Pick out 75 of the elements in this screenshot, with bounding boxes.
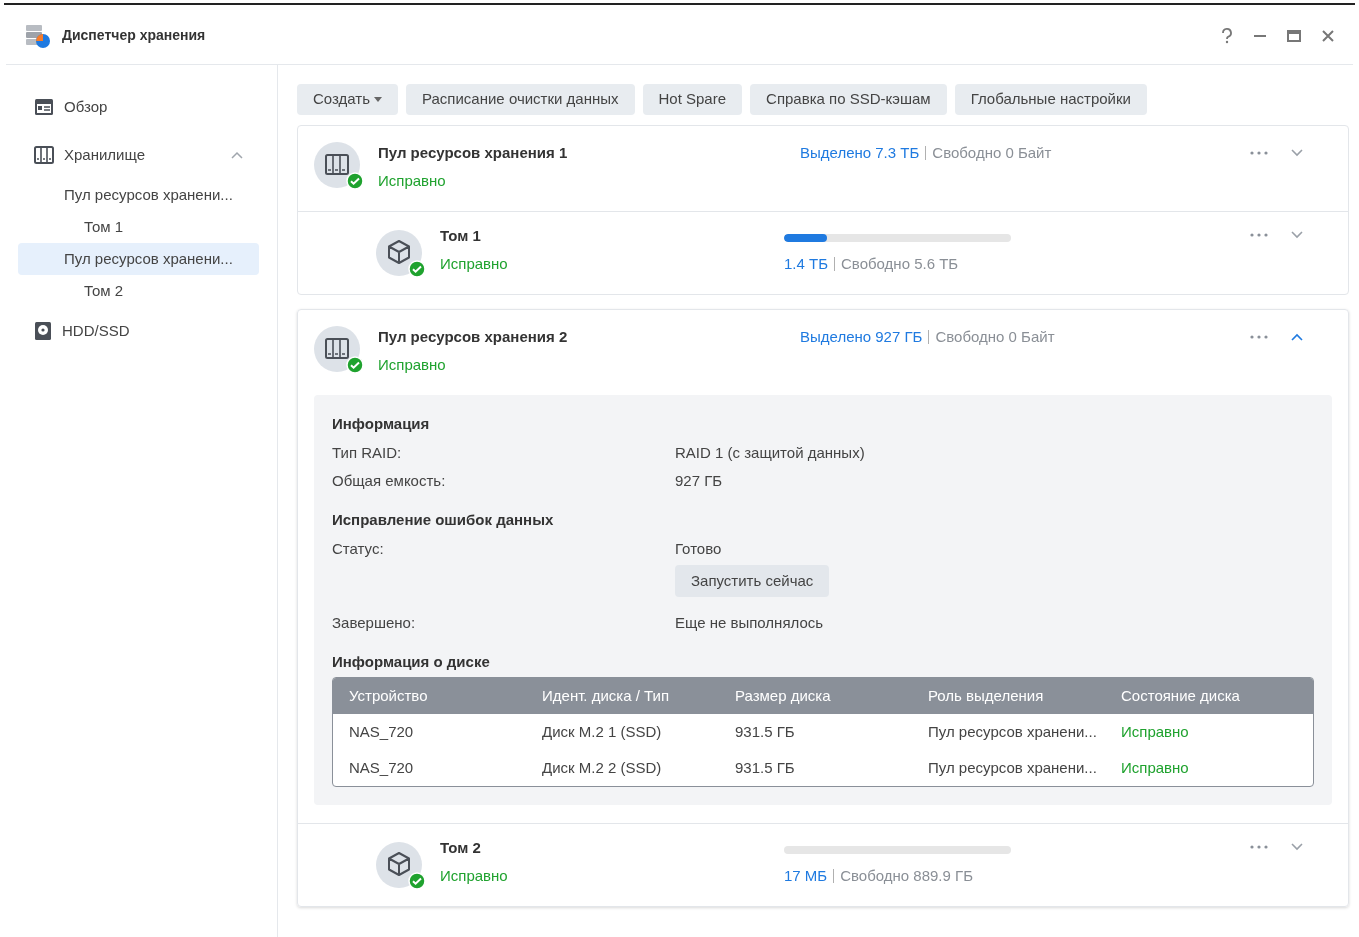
sidebar-item[interactable]: Обзор [18,83,259,131]
table-cell-text: NAS_720 [349,757,415,778]
field-label: Статус: [332,538,385,559]
column-header: Роль выделения [928,685,1045,706]
run-now-button[interactable]: Запустить сейчас [675,565,830,597]
expand-icon[interactable] [1290,148,1304,158]
free-size: Свободно 5.6 ТБ [841,254,959,274]
pool-status: Исправно [378,171,447,191]
table-cell-text: Пул ресурсов хранени... [928,757,1098,778]
column-header: Размер диска [735,685,832,706]
toolbar-button[interactable]: Расписание очистки данных [406,84,635,115]
maximize-icon[interactable] [1287,28,1301,43]
toolbar-button[interactable]: Глобальные настройки [954,84,1147,115]
column-header: Устройство [349,685,429,706]
help-icon[interactable] [1221,27,1233,44]
caret-icon [374,97,382,102]
sidebar-item[interactable]: Том 1 [18,211,259,243]
storage-pool-icon [314,142,360,188]
table-cell-text: Исправно [1121,757,1190,778]
check-badge-icon [346,172,364,190]
check-badge-icon [346,356,364,374]
table-cell-text: Пул ресурсов хранени... [928,721,1098,742]
collapse-icon[interactable] [1290,332,1304,342]
pool-status: Исправно [378,355,447,375]
storage-icon [34,146,54,164]
table-cell-text: 931.5 ГБ [735,757,796,778]
close-icon[interactable] [1321,28,1335,43]
sidebar-item[interactable]: Пул ресурсов хранени... [18,243,259,275]
collapse-icon[interactable] [231,151,243,159]
expand-icon[interactable] [1290,230,1304,240]
storage-pool-icon [314,326,360,372]
free-size: Свободно 889.9 ГБ [840,866,973,886]
section-title: Информация о диске [332,652,491,672]
free-size: Свободно 0 Байт [935,327,1055,347]
allocated-size: Выделено 7.3 ТБ [800,143,920,163]
field-label: Тип RAID: [332,442,403,463]
table-cell-text: Диск M.2 1 (SSD) [542,721,663,742]
field-value: RAID 1 (с защитой данных) [675,442,865,463]
toolbar-button[interactable]: Справка по SSD-кэшам [750,84,947,115]
create-dropdown[interactable]: Создать [297,84,398,115]
sidebar-item[interactable]: HDD/SSD [18,307,259,355]
allocated-size: Выделено 927 ГБ [800,327,923,347]
volume-name: Том 1 [440,226,482,246]
field-value: 927 ГБ [675,470,723,491]
check-badge-icon [408,872,426,890]
table-cell-text: Исправно [1121,721,1190,742]
section-title: Информация [332,414,431,434]
sidebar-item[interactable]: Хранилище [18,131,259,179]
sidebar-item[interactable]: Пул ресурсов хранени... [18,179,259,211]
table-cell-text: NAS_720 [349,721,415,742]
field-value: Готово [675,538,722,559]
section-title: Исправление ошибок данных [332,510,555,530]
window-title: Диспетчер хранения [62,26,206,45]
sidebar-item[interactable]: Том 2 [18,275,259,307]
pool-name: Пул ресурсов хранения 1 [378,143,569,163]
volume-status: Исправно [440,866,509,886]
table-cell-text: 931.5 ГБ [735,721,796,742]
column-header: Состояние диска [1121,685,1241,706]
cube-icon [376,230,422,276]
volume-status: Исправно [440,254,509,274]
field-value: Еще не выполнялось [675,612,824,633]
table-cell-text: Диск M.2 2 (SSD) [542,757,663,778]
free-size: Свободно 0 Байт [932,143,1052,163]
field-label: Завершено: [332,612,417,633]
used-size: 1.4 ТБ [784,254,829,274]
used-size: 17 МБ [784,866,828,886]
expand-icon[interactable] [1290,842,1304,852]
dashboard-icon [34,98,54,116]
column-header: Идент. диска / Тип [542,685,671,706]
volume-name: Том 2 [440,838,482,858]
toolbar-button[interactable]: Hot Spare [642,84,743,115]
cube-icon [376,842,422,888]
field-label: Общая емкость: [332,470,447,491]
pool-name: Пул ресурсов хранения 2 [378,327,569,347]
check-badge-icon [408,260,426,278]
